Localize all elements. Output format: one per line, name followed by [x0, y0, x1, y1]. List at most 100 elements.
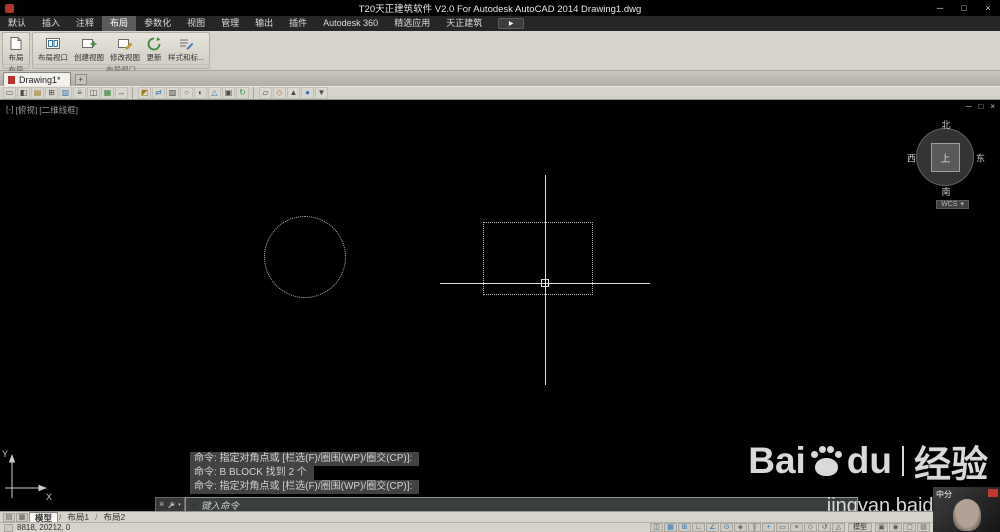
viewcube-north-label[interactable]: 北	[941, 118, 950, 131]
status-toggle[interactable]: ≡	[790, 523, 803, 532]
visual-style-control[interactable]: [二维线框]	[39, 104, 78, 116]
selected-rectangle-entity[interactable]	[483, 222, 593, 295]
ribbon-tab[interactable]: Autodesk 360	[315, 16, 386, 31]
ribbon-tab[interactable]: 插件	[281, 16, 315, 31]
toolbar-icon[interactable]: ↻	[236, 87, 249, 99]
command-history-line: 命令: B BLOCK 找到 2 个	[190, 466, 314, 480]
tab-separator: /	[59, 512, 62, 522]
status-right-icon[interactable]: ▢	[903, 523, 916, 532]
status-toggle[interactable]: ↺	[818, 523, 831, 532]
maximize-button[interactable]: □	[952, 0, 976, 16]
toolbar-icon[interactable]: ≡	[73, 87, 86, 99]
drawing-minimize-button[interactable]: ─	[966, 102, 972, 111]
toolbar-icon[interactable]: ▼	[315, 87, 328, 99]
status-toggle[interactable]: ∠	[706, 523, 719, 532]
layout-tool-button[interactable]: 布局	[5, 34, 27, 63]
wcs-dropdown[interactable]: WCS ▾	[936, 200, 969, 209]
toolbar-icon[interactable]: ◐	[194, 87, 207, 99]
toolbar-icon[interactable]: ⇄	[152, 87, 165, 99]
quick-view-drawings-icon[interactable]: ▦	[16, 512, 28, 522]
toolbar-icon[interactable]: ▭	[3, 87, 16, 99]
toolbar-icon[interactable]: ▥	[59, 87, 72, 99]
drawing-close-button[interactable]: ×	[990, 102, 995, 111]
ribbon-tab[interactable]: 插入	[34, 16, 68, 31]
close-button[interactable]: ×	[976, 0, 1000, 16]
app-logo-icon[interactable]	[5, 3, 14, 13]
ribbon-tab[interactable]: 管理	[213, 16, 247, 31]
selected-circle-entity[interactable]	[264, 216, 346, 298]
ribbon-tab[interactable]: 默认	[0, 16, 34, 31]
file-tab-bar: Drawing1* +	[0, 71, 1000, 86]
window-controls: ─ □ ×	[928, 0, 1000, 16]
toolbar-icon[interactable]: ▣	[222, 87, 235, 99]
modify-view-tool-button[interactable]: 修改视图	[107, 34, 143, 63]
toolbar-icon[interactable]: ▤	[31, 87, 44, 99]
viewport-menu-control[interactable]: [-]	[6, 104, 14, 116]
toolbar-icon[interactable]: ▲	[287, 87, 300, 99]
toolbar-icon[interactable]: ▦	[101, 87, 114, 99]
toolbar-icon[interactable]: ◫	[87, 87, 100, 99]
coordinates-toggle-icon[interactable]	[4, 523, 13, 532]
ribbon-tab-active[interactable]: 布局	[102, 16, 137, 31]
status-toggle[interactable]: +	[762, 523, 775, 532]
viewcube-south-label[interactable]: 南	[941, 185, 950, 198]
command-close-icon[interactable]: ×	[159, 498, 164, 511]
quick-view-layouts-icon[interactable]: ▤	[3, 512, 15, 522]
ribbon-tab[interactable]: 参数化	[136, 16, 179, 31]
drawing-restore-button[interactable]: □	[978, 102, 983, 111]
status-toggle[interactable]: ⊞	[678, 523, 691, 532]
play-button[interactable]: ▶	[498, 18, 525, 29]
tab-model[interactable]: 模型	[29, 511, 59, 523]
minimize-button[interactable]: ─	[928, 0, 952, 16]
toolbar-icon[interactable]: ▨	[166, 87, 179, 99]
ribbon-tab[interactable]: 精选应用	[386, 16, 438, 31]
model-paper-toggle[interactable]: 模型	[848, 523, 872, 532]
toolbar-icon[interactable]: ○	[180, 87, 193, 99]
ribbon-tab[interactable]: 视图	[179, 16, 213, 31]
status-toggle[interactable]: ◫	[650, 523, 663, 532]
toolbar-icon[interactable]: △	[208, 87, 221, 99]
layout-viewport-tool-button[interactable]: 布局视口	[35, 34, 71, 63]
ribbon: 布局 布局 布局视口 创建视图 修改视图 更新 样式和标... 布局视口	[0, 31, 1000, 74]
ribbon-tab[interactable]: 输出	[247, 16, 281, 31]
status-right-icon[interactable]: ◉	[889, 523, 902, 532]
tab-layout2[interactable]: 布局2	[99, 512, 131, 523]
toolbar-icon[interactable]: ↔	[115, 87, 128, 99]
toolbar-icon[interactable]: ▱	[259, 87, 272, 99]
toolbar-icon[interactable]: ◧	[17, 87, 30, 99]
update-tool-button[interactable]: 更新	[143, 34, 165, 63]
ribbon-tab[interactable]: 天正建筑	[438, 16, 490, 31]
viewcube[interactable]: 上 北 南 西 东	[907, 118, 985, 198]
status-toggle[interactable]: ▭	[776, 523, 789, 532]
status-toggle[interactable]: ⊙	[720, 523, 733, 532]
viewcube-east-label[interactable]: 东	[976, 152, 985, 165]
viewcube-top-face[interactable]: 上	[931, 143, 960, 172]
video-thumbnail[interactable]: 中分	[933, 487, 1000, 532]
file-tab-label: Drawing1*	[19, 74, 61, 85]
tab-layout1[interactable]: 布局1	[62, 512, 94, 523]
toolbar-icon[interactable]: ⊞	[45, 87, 58, 99]
status-right-icon[interactable]: ▤	[917, 523, 930, 532]
file-tab-drawing1[interactable]: Drawing1*	[3, 72, 71, 86]
toolbar-icon[interactable]: ●	[301, 87, 314, 99]
toolbar-icon[interactable]: ◩	[138, 87, 151, 99]
create-view-tool-button[interactable]: 创建视图	[71, 34, 107, 63]
status-toggle[interactable]: △	[832, 523, 845, 532]
status-toggle[interactable]: ◇	[804, 523, 817, 532]
viewcube-west-label[interactable]: 西	[907, 152, 916, 165]
toolbar-icon[interactable]: ◇	[273, 87, 286, 99]
status-toggle[interactable]: ∥	[748, 523, 761, 532]
status-right-icon[interactable]: ▣	[875, 523, 888, 532]
drawing-canvas[interactable]: [-] [俯视] [二维线框] ─ □ × 上 北 南 西 东 WCS ▾ 命令…	[0, 100, 1000, 511]
styles-annotation-tool-button[interactable]: 样式和标...	[165, 34, 207, 63]
tool-label: 布局视口	[38, 53, 68, 62]
view-control[interactable]: [俯视]	[16, 104, 38, 116]
ribbon-tab[interactable]: 注释	[68, 16, 102, 31]
status-toggle[interactable]: ▦	[664, 523, 677, 532]
chevron-down-icon[interactable]: ▾	[178, 502, 181, 508]
status-toggles: ◫ ▦ ⊞ ∟ ∠ ⊙ ◈ ∥ + ▭ ≡ ◇ ↺ △ 模型 ▣ ◉ ▢ ▤	[650, 523, 930, 532]
new-drawing-button[interactable]: +	[74, 74, 87, 85]
status-toggle[interactable]: ∟	[692, 523, 705, 532]
wrench-icon[interactable]	[167, 501, 175, 509]
status-toggle[interactable]: ◈	[734, 523, 747, 532]
